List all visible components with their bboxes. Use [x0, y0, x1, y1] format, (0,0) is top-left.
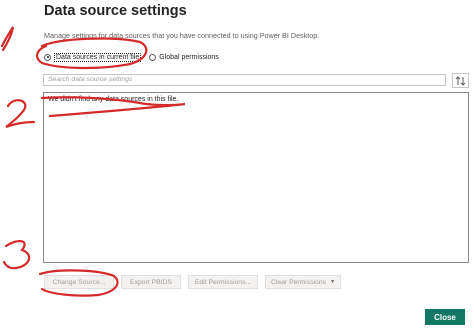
- radio-global-permissions-dot[interactable]: [149, 53, 157, 61]
- radio-current-file[interactable]: Data sources in current file: [44, 52, 142, 62]
- radio-global-permissions-label: Global permissions: [159, 53, 219, 61]
- close-button[interactable]: Close: [425, 309, 465, 325]
- clear-permissions-button[interactable]: Clear Permissions ▼: [265, 275, 341, 289]
- chevron-down-icon: ▼: [330, 279, 336, 285]
- radio-current-file-dot[interactable]: [44, 53, 51, 61]
- empty-list-message: We didn't find any data sources in this …: [48, 96, 179, 103]
- dialog-description: Manage settings for data sources that yo…: [44, 31, 320, 40]
- radio-current-file-label: Data sources in current file: [54, 52, 142, 62]
- scope-radio-group: Data sources in current file Global perm…: [44, 51, 227, 63]
- sort-icon: [455, 75, 466, 86]
- search-input[interactable]: Search data source settings: [43, 74, 446, 86]
- sort-button[interactable]: [452, 73, 469, 88]
- data-source-list[interactable]: We didn't find any data sources in this …: [43, 92, 469, 263]
- action-buttons: Change Source... Export PBIDS Edit Permi…: [44, 275, 348, 289]
- change-source-button[interactable]: Change Source...: [44, 275, 114, 289]
- export-pbids-button[interactable]: Export PBIDS: [121, 275, 181, 289]
- data-source-settings-dialog: Data source settings Manage settings for…: [0, 0, 474, 334]
- radio-global-permissions[interactable]: Global permissions: [149, 53, 219, 61]
- dialog-title: Data source settings: [44, 3, 187, 19]
- edit-permissions-button[interactable]: Edit Permissions...: [188, 275, 258, 289]
- clear-permissions-label: Clear Permissions: [270, 278, 327, 286]
